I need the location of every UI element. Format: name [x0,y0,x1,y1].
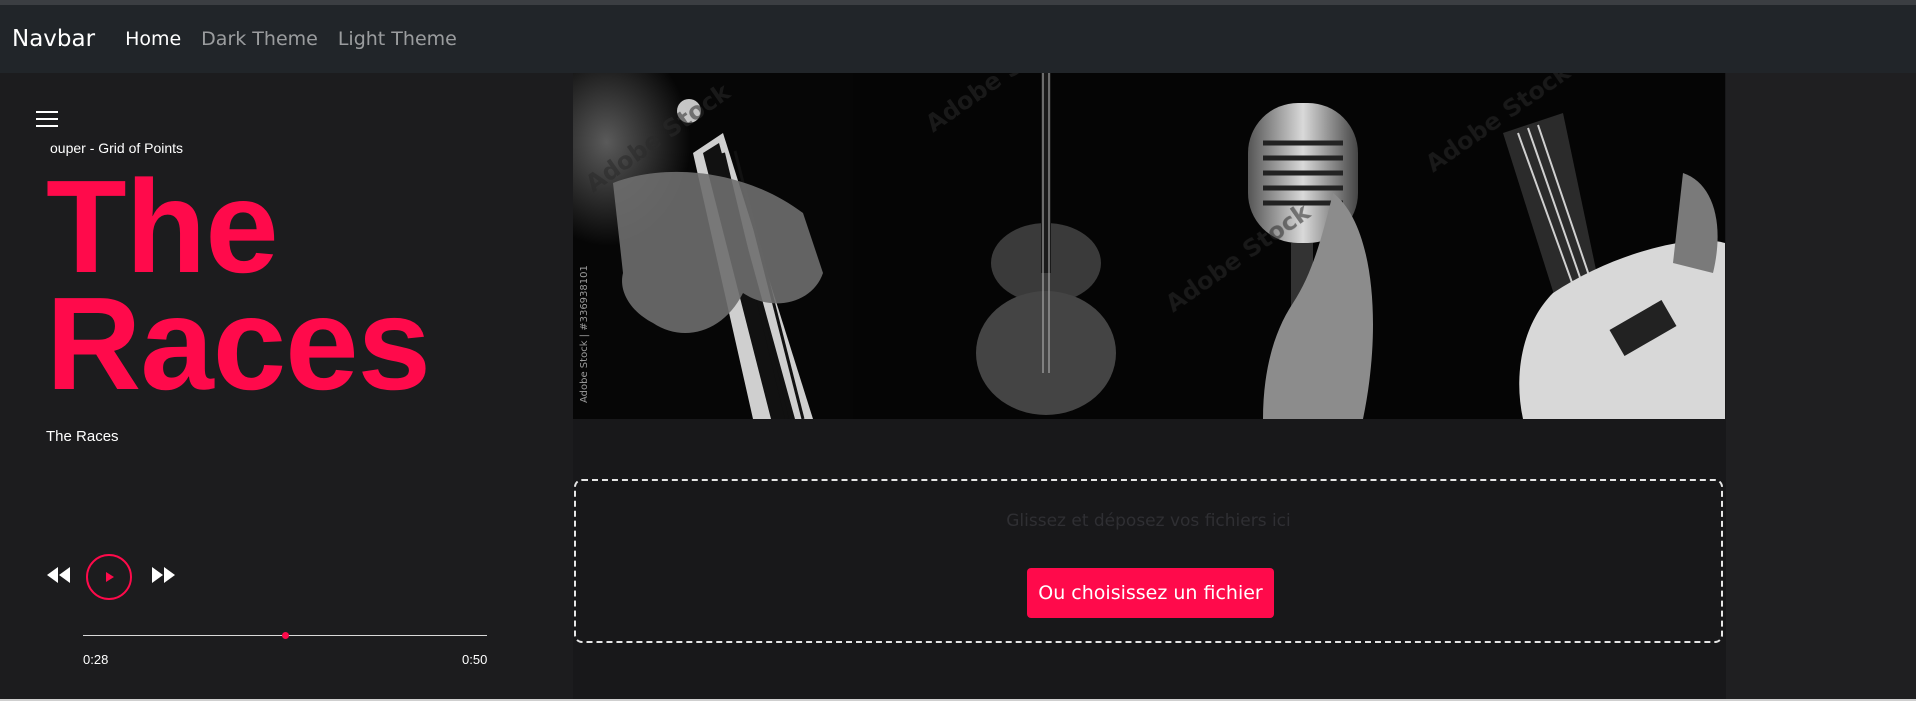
play-button[interactable] [86,554,132,600]
navbar: Navbar Home Dark Theme Light Theme [0,5,1916,73]
track-title: The Races [46,153,466,417]
nav-link-light-theme[interactable]: Light Theme [338,28,457,50]
fast-forward-icon[interactable] [150,566,176,584]
dropzone-prompt: Glissez et déposez vos fichiers ici [1006,511,1291,531]
hero-image: Adobe Stock | #336938101 Adobe Stock Ado… [573,73,1725,419]
nav-link-dark-theme[interactable]: Dark Theme [201,28,318,50]
track-title-line-2: Races [46,270,431,417]
progress-handle[interactable] [282,632,289,639]
navbar-brand[interactable]: Navbar [12,26,95,52]
choose-file-button[interactable]: Ou choisissez un fichier [1027,568,1274,618]
nav-link-home[interactable]: Home [125,28,181,50]
track-subtitle: The Races [46,428,119,445]
page-background [1726,73,1916,701]
progress-slider[interactable] [83,632,487,639]
music-player: ouper - Grid of Points The Races The Rac… [0,73,573,701]
stock-watermark: Adobe Stock | #336938101 [579,265,590,403]
rewind-icon[interactable] [46,566,72,584]
play-icon [106,572,114,582]
menu-icon[interactable] [36,111,58,129]
track-duration: 0:50 [462,652,488,667]
track-title-line-1: The [46,153,279,300]
file-dropzone[interactable]: Glissez et déposez vos fichiers ici Ou c… [574,479,1723,643]
current-time: 0:28 [83,652,109,667]
